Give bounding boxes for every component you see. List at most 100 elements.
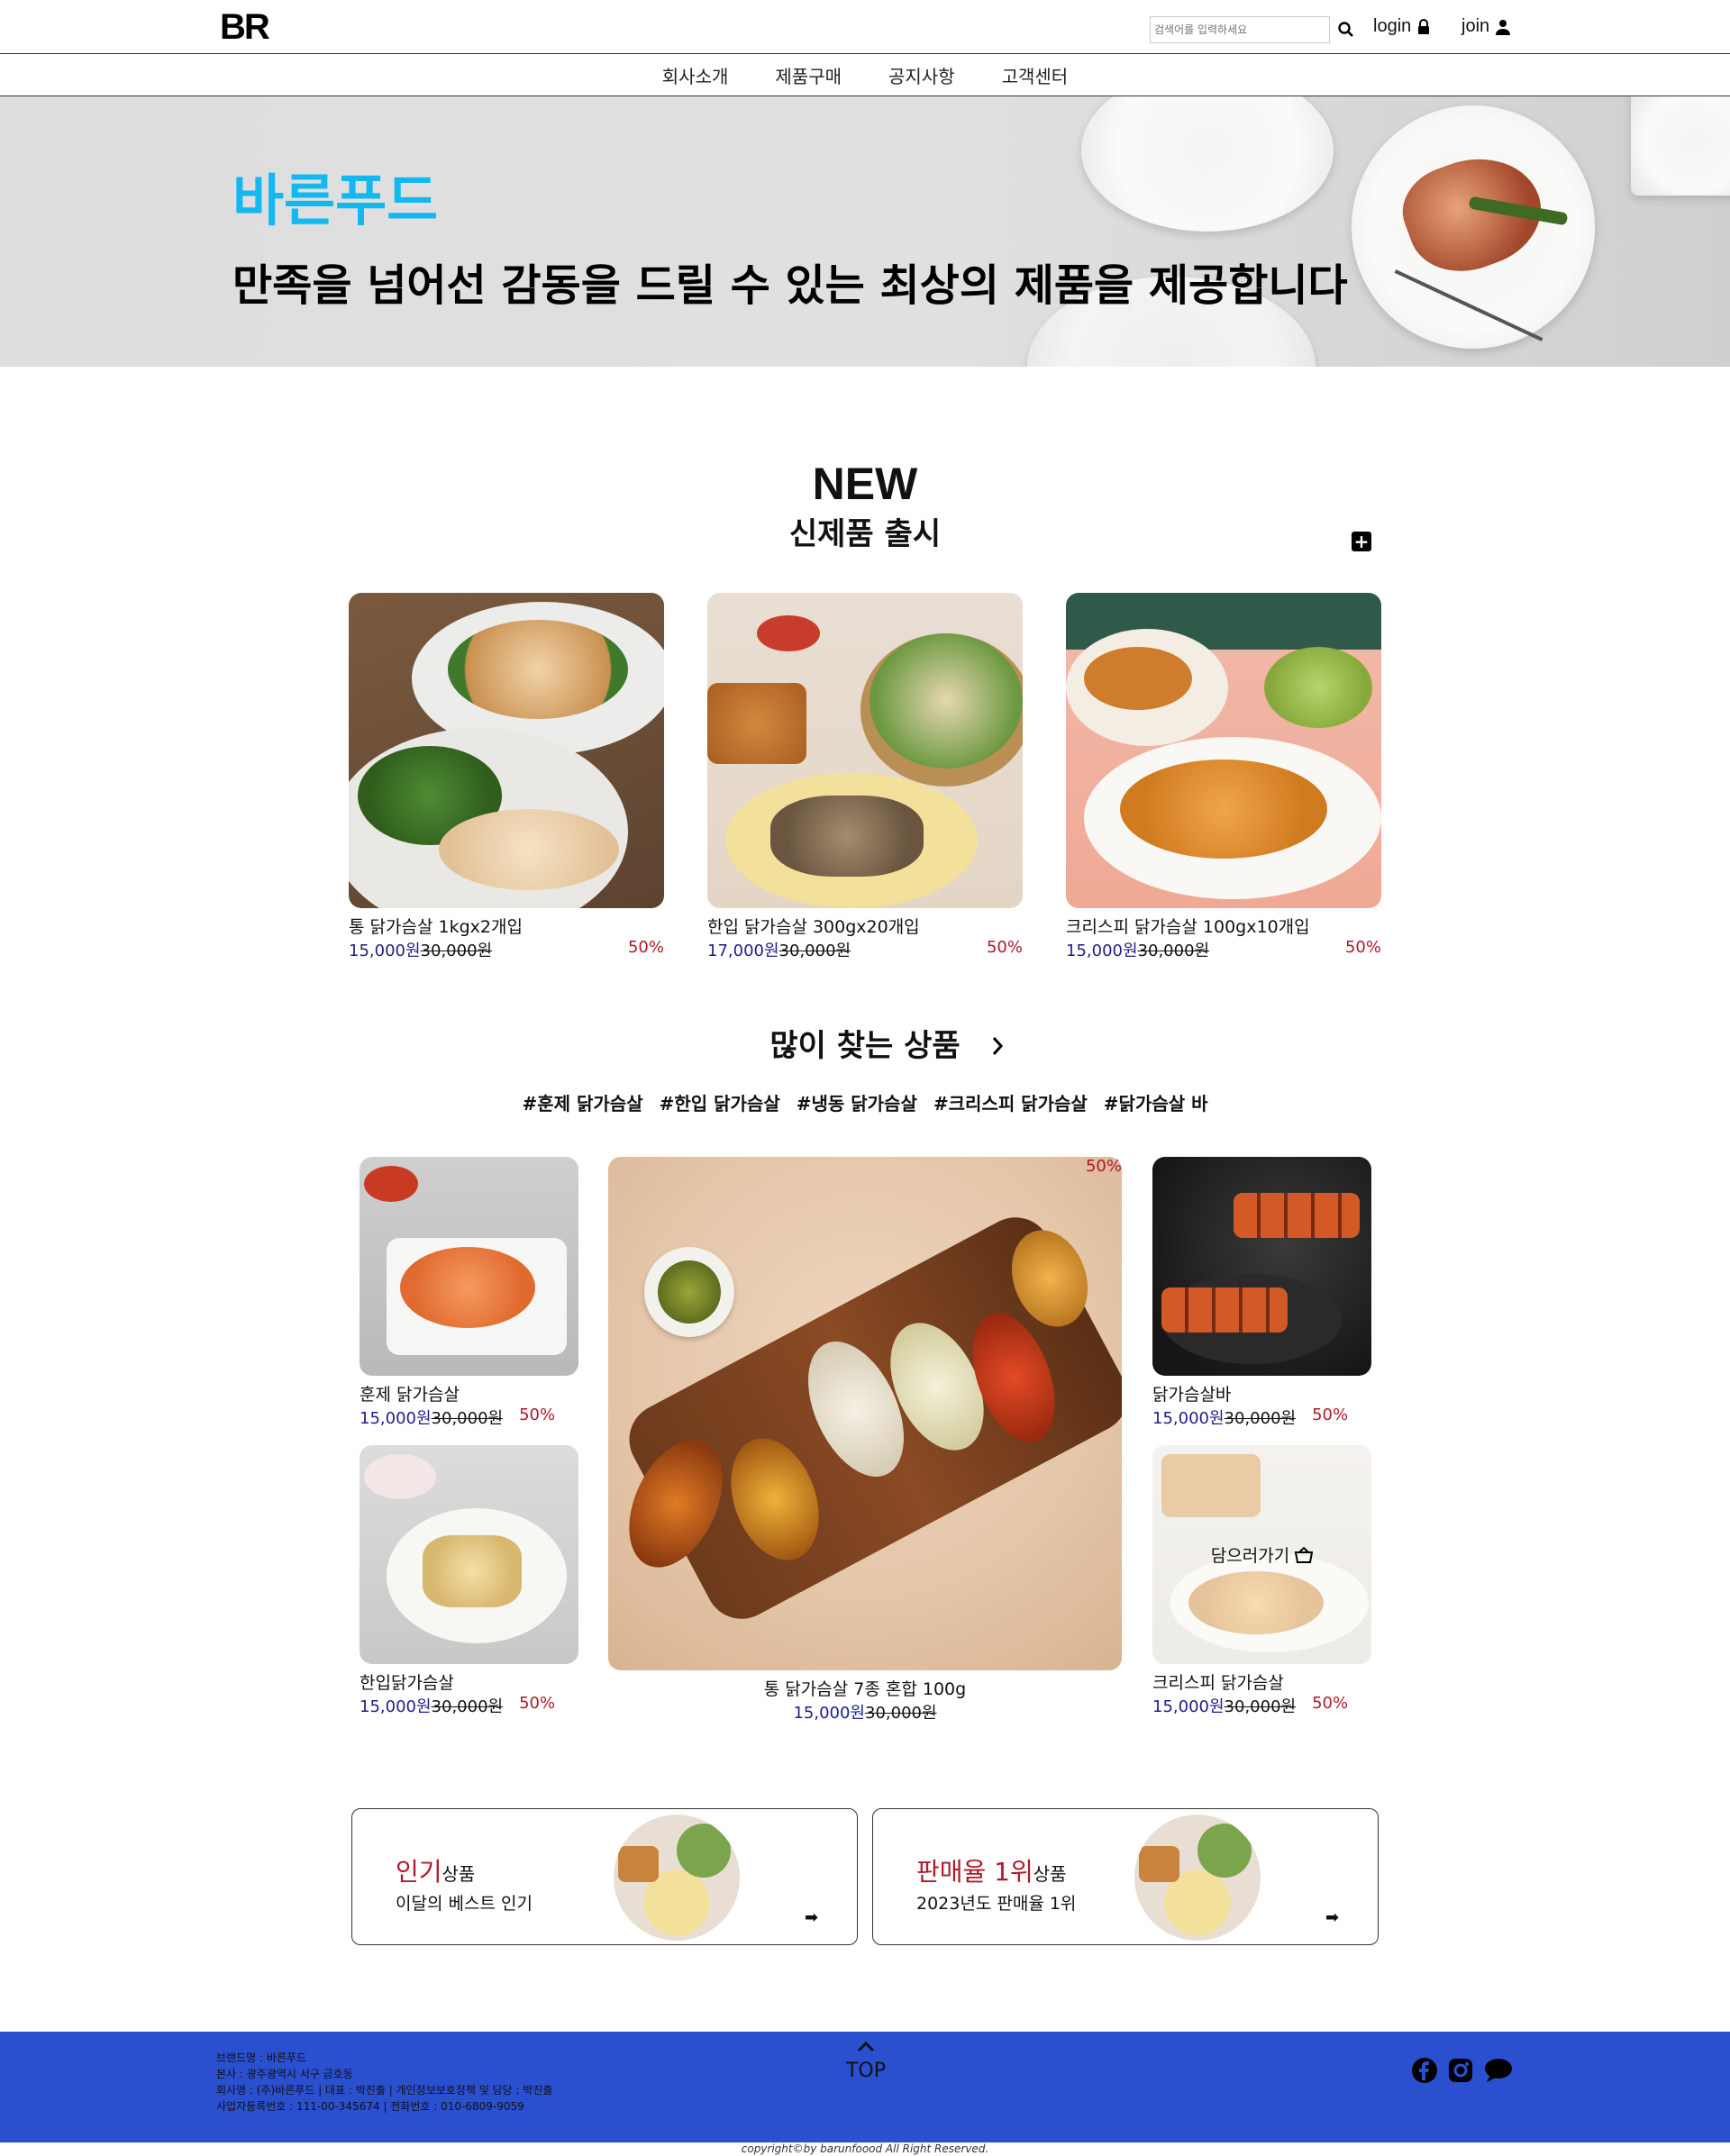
chevron-right-icon[interactable]: [988, 1033, 1006, 1060]
company-info-line: 본사 : 광주광역시 서구 금호동: [216, 2068, 353, 2080]
discount-badge: 50%: [1312, 1405, 1349, 1424]
promo-image: [614, 1815, 740, 1941]
product-name[interactable]: 한입 닭가슴살 300gx20개입: [707, 914, 1023, 938]
discount-badge: 50%: [1344, 938, 1381, 957]
chevron-up-icon: [857, 2041, 875, 2052]
product-image[interactable]: [608, 1157, 1122, 1670]
sale-price: 15,000원: [360, 1409, 432, 1428]
company-info-line: 회사명 : (주)바른푸드 | 대표 : 박진출 | 개인정보보호정책 및 담당…: [216, 2084, 553, 2097]
sale-price: 17,000원: [707, 942, 779, 960]
login-link[interactable]: login: [1373, 16, 1431, 37]
product-card[interactable]: 담으러가기 크리스피 닭가슴살 15,000원30,000원 50%: [1152, 1445, 1371, 1717]
price-row: 15,000원30,000원 50%: [1152, 1694, 1371, 1717]
tag-item[interactable]: #한입 닭가슴살: [660, 1089, 780, 1115]
price-row: 15,000원30,000원 50%: [1066, 938, 1381, 960]
promo-title: 판매율 1위상품: [916, 1852, 1067, 1888]
product-image[interactable]: [1066, 593, 1381, 908]
product-card[interactable]: 한입닭가슴살 15,000원30,000원 50%: [360, 1445, 578, 1717]
product-name[interactable]: 통 닭가슴살 7종 혼합 100g: [608, 1676, 1122, 1700]
new-section-subtitle: 신제품 출시: [788, 516, 942, 552]
discount-badge: 50%: [627, 938, 664, 957]
promo-card-bestseller[interactable]: 판매율 1위상품 2023년도 판매율 1위 ➡: [872, 1808, 1379, 1945]
sale-price: 15,000원: [793, 1704, 865, 1723]
user-icon: [1496, 19, 1511, 35]
promo-suffix: 상품: [442, 1863, 476, 1885]
nav-item-notice[interactable]: 공지사항: [887, 62, 957, 88]
product-image[interactable]: 담으러가기: [1152, 1445, 1371, 1664]
nav-item-shop[interactable]: 제품구매: [773, 62, 843, 88]
promo-image: [1134, 1815, 1261, 1941]
product-image[interactable]: [707, 593, 1023, 908]
original-price: 30,000원: [1137, 942, 1210, 960]
search-input[interactable]: [1150, 16, 1330, 43]
price-row: 15,000원30,000원 50%: [360, 1405, 578, 1429]
original-price: 30,000원: [431, 1697, 504, 1716]
tag-item[interactable]: #크리스피 닭가슴살: [933, 1089, 1088, 1115]
promo-card-popular[interactable]: 인기상품 이달의 베스트 인기 ➡: [351, 1808, 858, 1945]
product-name[interactable]: 통 닭가슴살 1kgx2개입: [349, 914, 664, 938]
tag-item[interactable]: #닭가슴살 바: [1104, 1089, 1208, 1115]
original-price: 30,000원: [865, 1704, 937, 1723]
company-info-line: 사업자등록번호 : 111-00-345674 | 전화번호 : 010-680…: [216, 2100, 524, 2113]
nav-item-company[interactable]: 회사소개: [660, 62, 731, 88]
product-name[interactable]: 크리스피 닭가슴살 100gx10개입: [1066, 914, 1381, 938]
product-card[interactable]: 닭가슴살바 15,000원30,000원 50%: [1152, 1157, 1371, 1429]
tag-list: #훈제 닭가슴살 #한입 닭가슴살 #냉동 닭가슴살 #크리스피 닭가슴살 #닭…: [0, 1089, 1730, 1115]
price-row: 15,000원30,000원 50%: [349, 938, 664, 960]
join-link[interactable]: join: [1461, 16, 1511, 37]
add-to-cart-label: 담으러가기: [1210, 1546, 1290, 1566]
original-price: 30,000원: [420, 942, 493, 960]
product-image[interactable]: [1152, 1157, 1371, 1376]
site-logo[interactable]: BR: [220, 7, 270, 48]
more-plus-icon[interactable]: +: [1352, 532, 1371, 551]
chat-bubble-icon[interactable]: [1483, 2057, 1514, 2084]
product-name[interactable]: 훈제 닭가슴살: [360, 1381, 578, 1405]
nav-item-support[interactable]: 고객센터: [1000, 62, 1070, 88]
product-card[interactable]: 통 닭가슴살 1kgx2개입 15,000원30,000원 50%: [349, 593, 664, 960]
new-section-title: NEW: [812, 459, 918, 509]
sale-price: 15,000원: [1066, 942, 1138, 960]
basket-icon: [1295, 1546, 1314, 1563]
hero-plate-image: [1352, 105, 1595, 349]
tag-item[interactable]: #냉동 닭가슴살: [797, 1089, 917, 1115]
product-card-featured[interactable]: 통 닭가슴살 7종 혼합 100g 15,000원30,000원 50%: [608, 1157, 1122, 1724]
arrow-right-icon[interactable]: ➡: [805, 1908, 818, 1927]
product-image[interactable]: [349, 593, 664, 908]
tag-item[interactable]: #훈제 닭가슴살: [522, 1089, 642, 1115]
promo-highlight: 판매율 1위: [916, 1857, 1033, 1887]
product-card[interactable]: 한입 닭가슴살 300gx20개입 17,000원30,000원 50%: [707, 593, 1023, 960]
product-image[interactable]: [360, 1157, 578, 1376]
hero-tagline: 만족을 넘어선 감동을 드릴 수 있는 최상의 제품을 제공합니다: [232, 260, 1348, 311]
promo-desc: 2023년도 판매율 1위: [916, 1894, 1077, 1914]
lock-icon: [1418, 18, 1430, 34]
instagram-icon[interactable]: [1447, 2057, 1474, 2084]
social-links: [1411, 2057, 1514, 2084]
price-row: 17,000원30,000원 50%: [707, 938, 1023, 960]
discount-badge: 50%: [1085, 1157, 1122, 1176]
original-price: 30,000원: [778, 942, 851, 960]
join-label: join: [1461, 16, 1490, 36]
hero-plate-image: [1081, 96, 1334, 232]
copyright: copyright©by barunfoood All Right Reserv…: [741, 2142, 989, 2155]
company-info-line: 브랜드명 : 바른푸드: [216, 2051, 306, 2064]
product-image[interactable]: [360, 1445, 578, 1664]
discount-badge: 50%: [986, 938, 1023, 957]
scroll-top-button[interactable]: TOP: [843, 2037, 888, 2082]
promo-highlight: 인기: [396, 1857, 442, 1887]
sale-price: 15,000원: [1152, 1409, 1225, 1428]
sale-price: 15,000원: [360, 1697, 432, 1716]
add-to-cart-overlay[interactable]: 담으러가기: [1152, 1445, 1371, 1664]
product-name[interactable]: 한입닭가슴살: [360, 1669, 578, 1694]
search-icon[interactable]: [1337, 18, 1355, 40]
product-name[interactable]: 닭가슴살바: [1152, 1381, 1371, 1405]
login-label: login: [1373, 16, 1412, 36]
promo-title: 인기상품: [396, 1852, 475, 1888]
arrow-right-icon[interactable]: ➡: [1325, 1908, 1339, 1927]
facebook-icon[interactable]: [1411, 2057, 1438, 2084]
site-header: BR login join: [0, 0, 1730, 54]
promo-desc: 이달의 베스트 인기: [396, 1894, 533, 1914]
product-card[interactable]: 훈제 닭가슴살 15,000원30,000원 50%: [360, 1157, 578, 1429]
original-price: 30,000원: [1224, 1409, 1297, 1428]
product-name[interactable]: 크리스피 닭가슴살: [1152, 1669, 1371, 1694]
product-card[interactable]: 크리스피 닭가슴살 100gx10개입 15,000원30,000원 50%: [1066, 593, 1381, 960]
